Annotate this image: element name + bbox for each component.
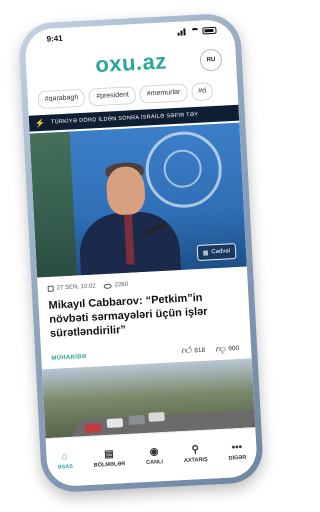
article-category[interactable]: MÜHARİBƏ	[51, 354, 86, 362]
tab-label: DİGƏR	[228, 454, 247, 462]
wifi-icon	[190, 27, 200, 35]
thumbs-up-icon: 👍︎	[180, 345, 192, 358]
calendar-icon	[47, 285, 54, 292]
tab-label: AXTARIŞ	[183, 456, 208, 464]
person-head	[105, 165, 146, 216]
thumbs-down-icon: 👎︎	[214, 343, 226, 356]
like-count: 818	[194, 346, 206, 354]
car	[148, 411, 165, 422]
sections-icon: ▤	[103, 448, 115, 460]
tag-chip[interactable]: #qarabagh	[37, 88, 86, 110]
language-button[interactable]: RU	[199, 48, 223, 72]
phone-frame: 9:41 oxu.az RU #qarabagh #president #mem…	[17, 12, 265, 494]
article-views: 2260	[114, 281, 129, 289]
article-title[interactable]: Mikayıl Cabbarov: “Petkim”in növbəti sər…	[48, 289, 238, 341]
like-button[interactable]: 👍︎ 818	[180, 344, 206, 358]
car	[106, 418, 124, 429]
logo[interactable]: oxu.az	[95, 48, 168, 78]
tab-label: ƏSAS	[57, 463, 74, 471]
battery-icon	[202, 26, 217, 34]
more-icon: •••	[231, 441, 243, 454]
tv-icon: ◉	[149, 445, 159, 458]
tab-more[interactable]: ••• DİGƏR	[228, 441, 247, 462]
article-date: 27 SEN, 10:02	[56, 283, 96, 292]
home-icon: ⌂	[61, 450, 68, 462]
tab-label: BÖLMƏLƏR	[93, 460, 126, 469]
un-emblem	[143, 129, 224, 210]
tab-search[interactable]: ⚲ AXTARIŞ	[183, 443, 208, 464]
tab-home[interactable]: ⌂ ƏSAS	[57, 450, 74, 471]
status-icons	[177, 26, 217, 36]
tab-label: CANLI	[146, 458, 164, 466]
article-image[interactable]: ▦ Cədvəl	[29, 122, 247, 278]
app-screen: 9:41 oxu.az RU #qarabagh #president #mem…	[24, 18, 258, 488]
table-icon: ▦	[202, 249, 209, 257]
table-badge[interactable]: ▦ Cədvəl	[196, 243, 237, 262]
bottom-tab-bar: ⌂ ƏSAS ▤ BÖLMƏLƏR ◉ CANLI ⚲ AXTARIŞ ••• …	[45, 427, 258, 488]
views-info: 2260	[103, 281, 129, 289]
badge-label: Cədvəl	[211, 248, 231, 256]
image-background-left	[29, 131, 78, 278]
tag-chip[interactable]: #d	[190, 82, 214, 102]
tag-list: #qarabagh #president #memurlar #d	[37, 81, 238, 110]
tab-sections[interactable]: ▤ BÖLMƏLƏR	[93, 448, 126, 469]
ticker-text: TÜRKİYƏ DÖRD İLDƏN SONRA İSRAİLƏ SƏFİR T…	[50, 111, 199, 126]
car	[128, 415, 145, 425]
lightning-icon: ⚡	[34, 118, 46, 128]
signal-icon	[177, 27, 187, 36]
eye-icon	[103, 283, 112, 289]
tag-chip[interactable]: #memurlar	[139, 83, 188, 104]
dislike-button[interactable]: 👎︎ 900	[214, 342, 240, 356]
status-time: 9:41	[46, 33, 63, 44]
dislike-count: 900	[228, 344, 240, 353]
tag-chip[interactable]: #president	[88, 86, 137, 107]
tab-live[interactable]: ◉ CANLI	[145, 446, 163, 466]
reactions: 👍︎ 818 👎︎ 900	[181, 342, 240, 357]
car	[84, 423, 102, 434]
date-info: 27 SEN, 10:02	[47, 283, 96, 292]
search-icon: ⚲	[191, 443, 200, 456]
